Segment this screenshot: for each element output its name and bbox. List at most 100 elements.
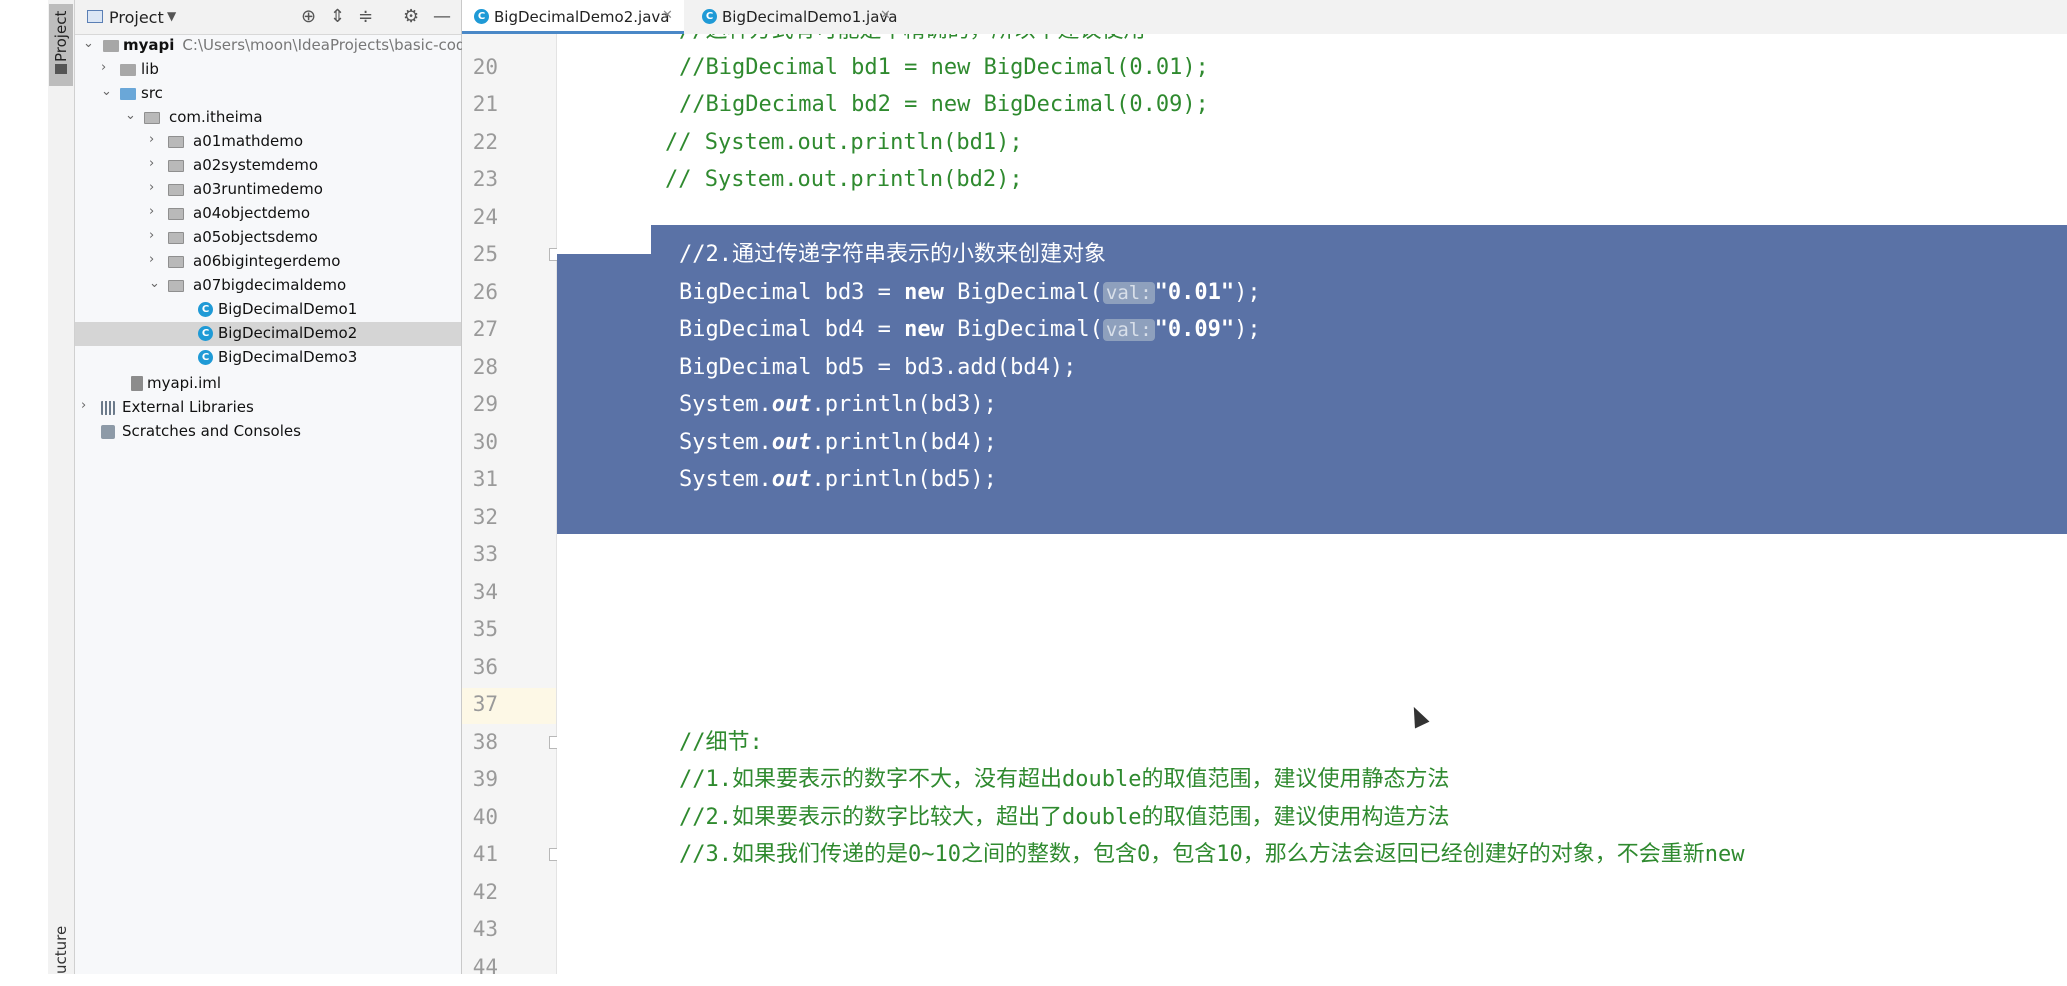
code-text: //这种方式有可能是不精确的，所以不建议使用	[679, 34, 1146, 49]
chevron-right-icon[interactable]: ›	[149, 132, 154, 147]
close-icon[interactable]: ✕	[662, 8, 673, 23]
scratches-icon	[101, 425, 115, 439]
tree-item-a06[interactable]: › a06bigintegerdemo	[75, 250, 461, 274]
line-number: 41	[472, 842, 498, 866]
code-field: out	[771, 655, 812, 680]
tree-item-com-itheima[interactable]: ⌄ com.itheima	[75, 106, 461, 130]
tree-item-a03[interactable]: › a03runtimedemo	[75, 178, 461, 202]
tree-item-myapi-iml[interactable]: myapi.iml	[75, 372, 461, 396]
tree-label: src	[141, 84, 163, 102]
chevron-down-icon[interactable]: ▼	[167, 9, 176, 23]
package-icon	[168, 184, 184, 196]
close-icon[interactable]: ✕	[880, 8, 891, 23]
code-token: BigDecimal(	[943, 280, 1103, 305]
tree-item-demo2[interactable]: C BigDecimalDemo2	[75, 322, 461, 346]
editor-tabs: C BigDecimalDemo2.java ✕ C BigDecimalDem…	[462, 0, 2067, 35]
line-number: 44	[472, 955, 498, 979]
project-panel-header: Project ▼ ⊕ ⇕ ≑ ⚙ —	[75, 0, 461, 35]
code-line-23: // System.out.println(bd2);	[557, 161, 2067, 198]
tree-label: a05objectsdemo	[193, 228, 318, 246]
project-tool-label[interactable]: Project	[52, 11, 70, 62]
code-token: );	[1234, 280, 1261, 305]
tree-item-external-libraries[interactable]: › External Libraries	[75, 396, 461, 420]
tree-item-lib[interactable]: › lib	[75, 58, 461, 82]
code-token: (10.0);	[1142, 617, 1236, 642]
chevron-down-icon[interactable]: ⌄	[83, 36, 94, 51]
collapse-all-icon[interactable]: ≑	[358, 6, 373, 27]
package-icon	[168, 136, 184, 148]
tab-bigdecimaldemo2[interactable]: C BigDecimalDemo2.java ✕	[462, 0, 684, 34]
tree-item-myapi[interactable]: ⌄ myapi C:\Users\moon\IdeaProjects\basic-…	[75, 34, 480, 58]
chevron-right-icon[interactable]: ›	[149, 204, 154, 219]
chevron-down-icon[interactable]: ⌄	[149, 276, 160, 291]
code-text: //3.通过静态方法获取对象	[679, 542, 952, 567]
code-line-22: // System.out.println(bd1);	[557, 124, 2067, 161]
package-icon	[168, 256, 184, 268]
line-number: 32	[472, 505, 498, 529]
tree-item-a04[interactable]: › a04objectdemo	[75, 202, 461, 226]
chevron-down-icon[interactable]: ⌄	[101, 84, 112, 99]
locate-icon[interactable]: ⊕	[301, 6, 316, 27]
tree-label: a01mathdemo	[193, 132, 304, 150]
package-icon	[168, 160, 184, 172]
expand-all-icon[interactable]: ⇕	[330, 6, 345, 27]
project-panel: Project ▼ ⊕ ⇕ ≑ ⚙ — ⌄ myapi C:\Users\moon…	[75, 0, 480, 974]
code-token: System.	[679, 392, 772, 417]
chevron-right-icon[interactable]: ›	[149, 156, 154, 171]
line-number: 30	[472, 430, 498, 454]
code-line-28: BigDecimal bd5 = bd3.add(bd4);	[557, 349, 2067, 386]
chevron-down-icon[interactable]: ⌄	[125, 108, 136, 123]
tree-label: a06bigintegerdemo	[193, 252, 341, 270]
chevron-right-icon[interactable]: ›	[81, 398, 86, 413]
chevron-right-icon[interactable]: ›	[149, 180, 154, 195]
class-icon: C	[198, 302, 213, 317]
tree-label: a02systemdemo	[193, 156, 319, 174]
chevron-right-icon[interactable]: ›	[101, 60, 106, 75]
tree-item-a07[interactable]: ⌄ a07bigdecimaldemo	[75, 274, 461, 298]
line-number: 29	[472, 392, 498, 416]
chevron-right-icon[interactable]: ›	[149, 228, 154, 243]
code-line-21: //BigDecimal bd2 = new BigDecimal(0.09);	[557, 86, 2067, 123]
code-line-35: BigDecimal bd7 = BigDecimal.valueOf(10.0…	[557, 611, 2067, 648]
line-number: 35	[472, 617, 498, 641]
line-number: 38	[472, 730, 498, 754]
line-number: 37	[472, 692, 498, 716]
code-text: // System.out.println(bd1);	[665, 130, 1023, 155]
tree-item-a02[interactable]: › a02systemdemo	[75, 154, 461, 178]
gear-icon[interactable]: ⚙	[403, 6, 419, 27]
tree-item-demo1[interactable]: C BigDecimalDemo1	[75, 298, 461, 322]
tab-bigdecimaldemo1[interactable]: C BigDecimalDemo1.java ✕	[690, 0, 900, 34]
class-icon: C	[474, 9, 489, 24]
code-token: System.	[679, 655, 772, 680]
chevron-right-icon[interactable]: ›	[149, 252, 154, 267]
code-keyword: new	[904, 280, 944, 305]
code-token: BigDecimal bd6 = BigDecimal.	[679, 580, 1050, 605]
code-line-33: //3.通过静态方法获取对象	[557, 536, 2067, 573]
code-text: //BigDecimal bd1 = new BigDecimal(0.01);	[679, 55, 1209, 80]
project-panel-title[interactable]: Project	[109, 8, 164, 27]
tree-label: BigDecimalDemo3	[218, 348, 358, 366]
class-icon: C	[198, 326, 213, 341]
code-line-40: //2.如果要表示的数字比较大，超出了double的取值范围，建议使用构造方法	[557, 799, 2067, 836]
tree-label: BigDecimalDemo1	[218, 300, 358, 318]
structure-tool-label[interactable]: ucture	[52, 926, 70, 974]
code-line-25: //2.通过传递字符串表示的小数来创建对象	[557, 236, 2067, 273]
tree-item-demo3[interactable]: C BigDecimalDemo3	[75, 346, 461, 370]
code-text: //3.如果我们传递的是0~10之间的整数，包含0，包含10，那么方法会返回已经…	[679, 842, 1745, 867]
code-text: //BigDecimal bd2 = new BigDecimal(0.09);	[679, 92, 1209, 117]
tree-label: BigDecimalDemo2	[218, 324, 358, 342]
tree-item-a05[interactable]: › a05objectsdemo	[75, 226, 461, 250]
hide-icon[interactable]: —	[433, 6, 451, 27]
code-editor[interactable]: //这种方式有可能是不精确的，所以不建议使用 //BigDecimal bd1 …	[557, 34, 2067, 974]
package-icon	[168, 208, 184, 220]
line-number: 21	[472, 92, 498, 116]
code-token: .println(bd5);	[811, 467, 997, 492]
tree-path: C:\Users\moon\IdeaProjects\basic-code\	[182, 36, 480, 54]
line-number: 25	[472, 242, 498, 266]
tree-label: a03runtimedemo	[193, 180, 323, 198]
tree-item-src[interactable]: ⌄ src	[75, 82, 461, 106]
code-text: // System.out.println(bd2);	[665, 167, 1023, 192]
line-number: 36	[472, 655, 498, 679]
tree-item-scratches[interactable]: Scratches and Consoles	[75, 420, 461, 444]
tree-item-a01[interactable]: › a01mathdemo	[75, 130, 461, 154]
